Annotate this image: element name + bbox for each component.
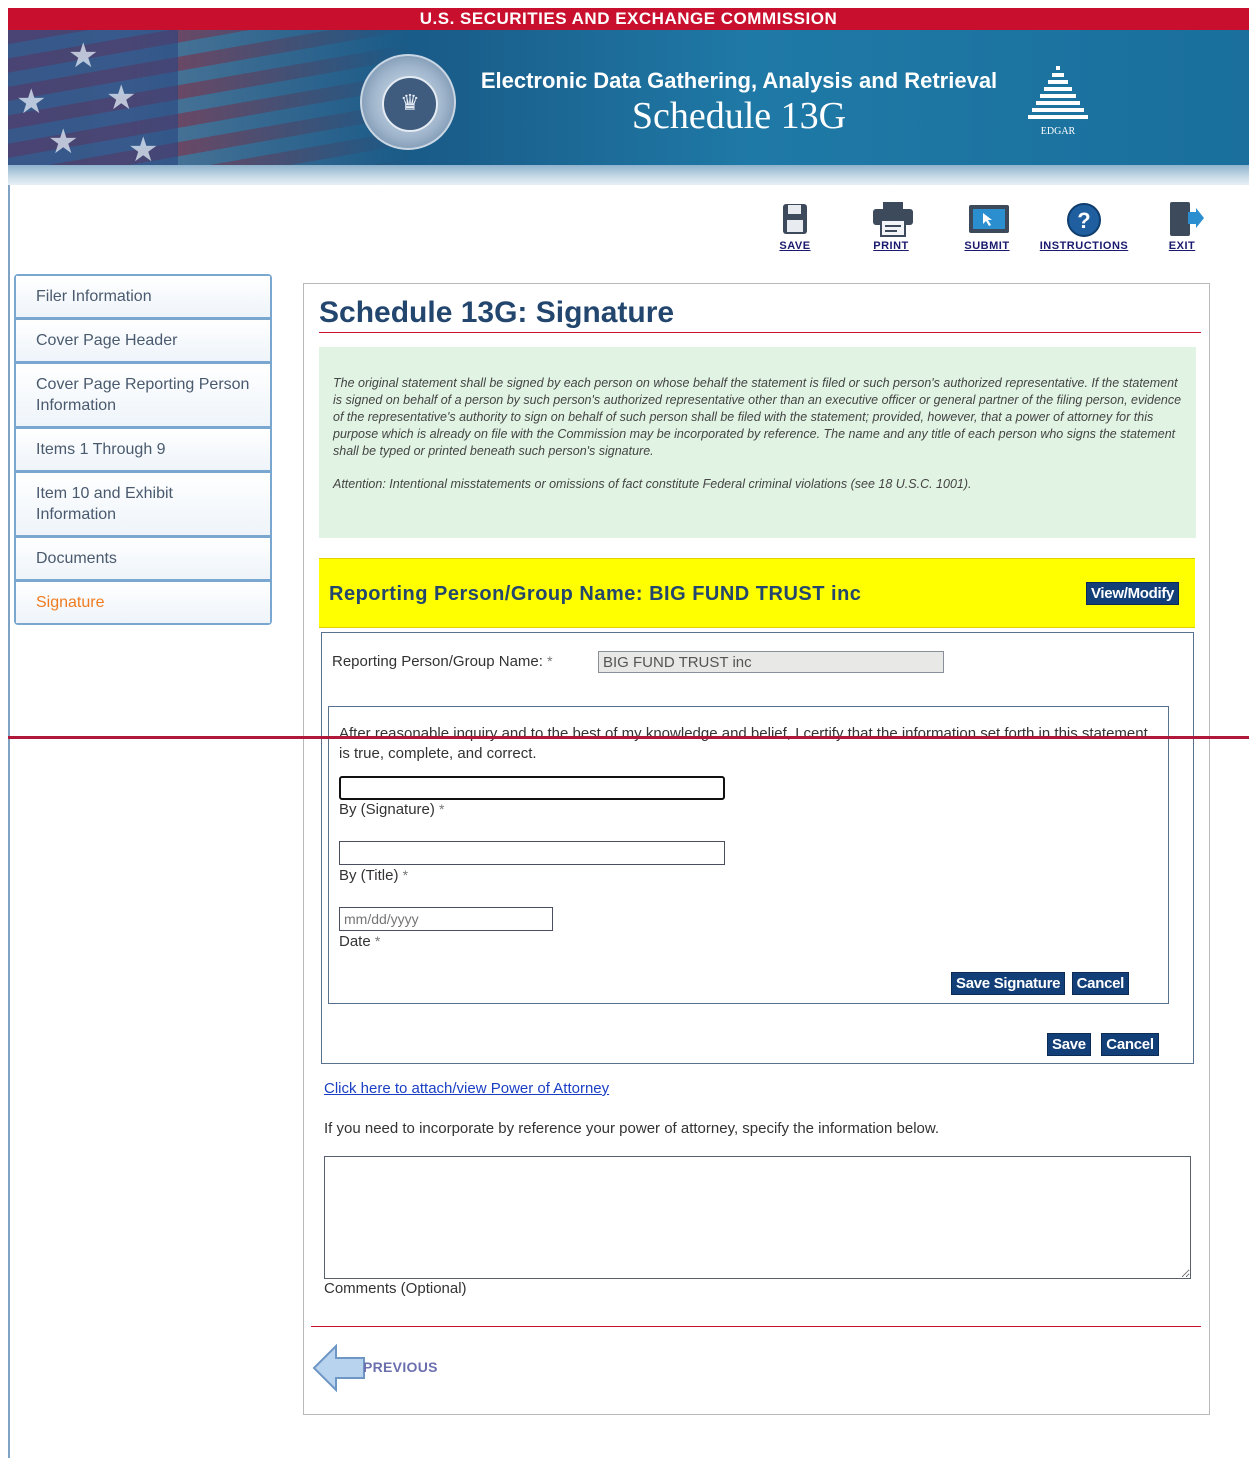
date-input[interactable] [339,907,553,931]
site-header: ★ ★ ★ ★ ★ ♛ Electronic Data Gathering, A… [8,30,1249,165]
sidebar-nav: Filer Information Cover Page Header Cove… [14,274,272,625]
previous-button[interactable]: PREVIOUS [312,1342,452,1394]
flag-stars: ★ ★ ★ ★ ★ [8,30,178,165]
power-of-attorney-instructions: If you need to incorporate by reference … [324,1120,940,1137]
notice-attention: Attention: Intentional misstatements or … [333,477,972,491]
comments-textarea[interactable] [324,1156,1191,1279]
signature-actions: Save Signature Cancel [949,972,1130,995]
instructions-notice: The original statement shall be signed b… [319,347,1196,538]
bottom-divider [311,1326,1201,1327]
view-modify-button[interactable]: View/Modify [1086,582,1180,605]
left-arrow-icon [312,1343,365,1393]
date-label: Date * [339,933,381,950]
power-of-attorney-link[interactable]: Click here to attach/view Power of Attor… [324,1080,609,1097]
monitor-icon [967,200,1009,238]
sidebar-item-documents[interactable]: Documents [16,538,270,582]
form-title: Schedule 13G [631,95,847,137]
main-panel: Schedule 13G: Signature The original sta… [303,283,1210,1415]
printer-icon [871,200,913,238]
instructions-label: INSTRUCTIONS [1039,240,1129,252]
signature-box: After reasonable inquiry and to the best… [328,706,1169,1004]
reporting-person-input[interactable] [598,651,944,673]
sidebar-item-item-10-exhibit[interactable]: Item 10 and Exhibit Information [16,473,270,538]
required-asterisk: * [547,653,553,669]
signature-label: By (Signature) * [339,801,445,818]
exit-toolbar-button[interactable]: EXIT [1142,200,1222,252]
form-actions: Save Cancel [1041,1033,1159,1056]
reporting-person-header: Reporting Person/Group Name: BIG FUND TR… [319,558,1195,628]
signature-input[interactable] [339,776,725,800]
sidebar-item-signature[interactable]: Signature [16,582,270,623]
reporting-person-label: Reporting Person/Group Name: * [332,653,553,670]
submit-label: SUBMIT [964,240,1010,252]
exit-label: EXIT [1168,240,1196,252]
sidebar-item-cover-page-header[interactable]: Cover Page Header [16,320,270,364]
cancel-button[interactable]: Cancel [1101,1033,1159,1056]
save-toolbar-button[interactable]: SAVE [755,200,835,252]
sidebar-item-cover-page-reporting-person[interactable]: Cover Page Reporting Person Information [16,364,270,429]
exit-door-icon [1162,200,1204,238]
certification-text: After reasonable inquiry and to the best… [339,725,1148,762]
page-title: Schedule 13G: Signature [319,296,675,329]
previous-label: PREVIOUS [363,1359,438,1375]
sec-seal-icon: ♛ [360,54,456,150]
left-border [8,185,10,1458]
svg-text:?: ? [1077,208,1090,233]
help-icon: ? [1064,200,1104,238]
title-input[interactable] [339,841,725,865]
sidebar-item-items-1-through-9[interactable]: Items 1 Through 9 [16,429,270,473]
cancel-signature-button[interactable]: Cancel [1071,972,1130,995]
save-signature-button[interactable]: Save Signature [951,972,1066,995]
save-button[interactable]: Save [1047,1033,1091,1056]
title-divider [319,332,1201,333]
header-strip [8,165,1249,185]
sidebar-item-filer-information[interactable]: Filer Information [16,276,270,320]
notice-paragraph: The original statement shall be signed b… [333,376,1182,458]
instructions-toolbar-button[interactable]: ? INSTRUCTIONS [1038,200,1130,252]
title-label: By (Title) * [339,867,409,884]
overlay-divider-line [8,736,1249,739]
print-label: PRINT [873,240,909,252]
reporting-person-heading: Reporting Person/Group Name: BIG FUND TR… [329,583,862,605]
print-toolbar-button[interactable]: PRINT [851,200,931,252]
comments-label: Comments (Optional) [324,1280,467,1297]
signature-form: Reporting Person/Group Name: * After rea… [321,632,1194,1064]
agency-banner: U.S. SECURITIES AND EXCHANGE COMMISSION [8,8,1249,30]
edgar-logo-icon: EDGAR [1028,62,1088,142]
system-title: Electronic Data Gathering, Analysis and … [480,68,998,93]
submit-toolbar-button[interactable]: SUBMIT [947,200,1027,252]
floppy-disk-icon [775,200,815,238]
save-label: SAVE [779,240,811,252]
